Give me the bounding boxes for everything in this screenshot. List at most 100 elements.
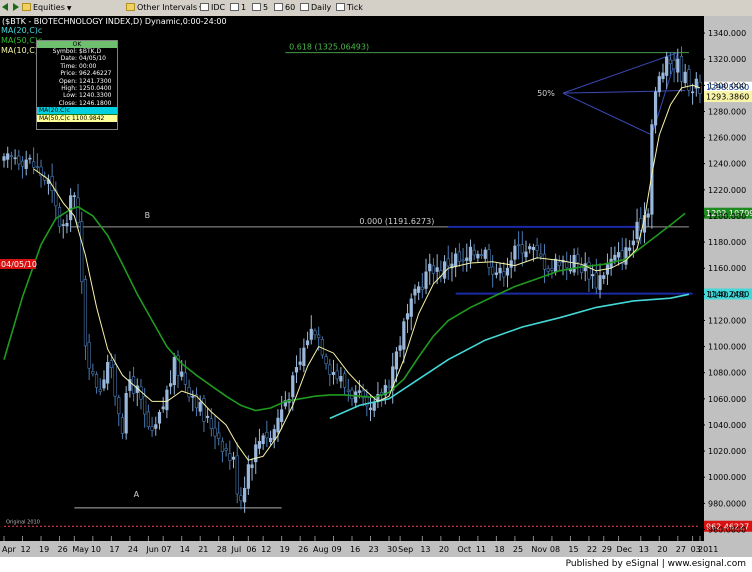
price-bar-body [387, 385, 391, 388]
footer-credit: Published by eSignal | www.esignal.com [565, 559, 746, 569]
price-bar-body [405, 313, 410, 320]
x-tick-label: 12 [261, 545, 271, 554]
x-tick-label: 12 [21, 545, 31, 554]
toolbar-item-60[interactable]: 60 [274, 2, 295, 14]
price-bar-body [183, 372, 188, 385]
dropdown-arrow-icon[interactable]: ▼ [67, 5, 72, 12]
back-arrow-icon[interactable] [2, 3, 8, 11]
x-tick-label: Jun [145, 545, 159, 554]
price-bar-body [117, 397, 121, 415]
chart-title: ($BTK - BIOTECHNOLOGY INDEX,D) Dynamic,0… [2, 17, 227, 26]
price-bar-body [261, 435, 265, 445]
x-tick-label: 19 [280, 545, 290, 554]
price-bar-body [239, 495, 243, 502]
price-bar-body [124, 393, 128, 434]
price-bar-body [676, 58, 680, 73]
x-tick-label: 13 [420, 545, 430, 554]
price-bar-body [202, 398, 206, 422]
price-bar-body [257, 441, 262, 449]
y-tick-label: 1020.000 [708, 447, 746, 456]
price-bar-body [520, 244, 524, 254]
price-bar-body [268, 437, 273, 443]
x-tick-label: Apr [2, 545, 17, 554]
price-bar-body [524, 251, 528, 258]
price-bar-body [157, 412, 162, 424]
price-bar-body [487, 249, 491, 268]
y-tick-label: 960.0000 [708, 525, 746, 534]
toolbar-item-5[interactable]: 5 [252, 2, 268, 14]
price-bar-body [565, 261, 569, 269]
data-window[interactable]: OK Symbol: $BTK,D Date: 04/05/10 Time: 00:0… [36, 40, 118, 130]
x-tick-label: 10 [91, 545, 101, 554]
price-bar-body [72, 195, 76, 197]
price-bar-body [402, 321, 406, 350]
x-tick-label: May [72, 545, 89, 554]
data-row-date: Date: 04/05/10 [60, 55, 106, 63]
price-bar-body [357, 390, 362, 393]
price-bar-body [20, 160, 25, 167]
price-bar-body [331, 372, 336, 375]
data-row-price: Price: 962.46227 [60, 70, 112, 78]
toolbar-item-daily[interactable]: Daily [300, 2, 331, 14]
price-bar-body [243, 487, 247, 503]
x-tick-label: 06 [246, 545, 256, 554]
price-bar-body [628, 247, 632, 251]
data-row-low: Low: 1240.3300 [63, 92, 112, 100]
price-bar-body [231, 456, 236, 460]
price-bar-body [668, 59, 672, 65]
price-bar-body [165, 389, 169, 411]
price-bar-body [154, 424, 158, 429]
price-bar-body [498, 267, 502, 274]
x-tick-label: 14 [180, 545, 190, 554]
x-tick-label: 26 [58, 545, 68, 554]
price-bar-body [557, 261, 561, 266]
price-bar-body [435, 267, 439, 272]
price-bar-body [294, 367, 299, 373]
price-bar-body [409, 298, 413, 317]
price-bar-body [687, 69, 691, 91]
price-bar-body [305, 340, 310, 346]
price-bar-body [631, 240, 635, 246]
price-bar-body [587, 261, 591, 280]
square-icon [200, 3, 209, 11]
price-bar-body [150, 426, 154, 431]
x-tick-label: Oct [457, 545, 471, 554]
price-bar-body [213, 427, 217, 437]
toolbar-item-1[interactable]: 1 [230, 2, 246, 14]
data-row-open: Open: 1241.7300 [58, 77, 112, 85]
toolbar-item-equities[interactable]: Equities ▼ [22, 2, 72, 14]
price-bar-body [368, 407, 373, 410]
square-icon [230, 3, 239, 11]
price-bar-body [187, 387, 191, 398]
price-bar-body [143, 396, 147, 415]
price-bar-body [161, 406, 165, 410]
y-tick-label: 1220.000 [708, 186, 746, 195]
x-tick-label: 17 [109, 545, 119, 554]
x-tick-label: 28 [217, 545, 227, 554]
toolbar-item-idc[interactable]: IDC [200, 2, 225, 14]
price-bar-body [598, 275, 602, 290]
x-tick-label: Dec [617, 545, 632, 554]
price-bar-body [428, 263, 432, 272]
data-row-symbol: Symbol: $BTK,D [52, 48, 102, 55]
toolbar-item-tick[interactable]: Tick [336, 2, 363, 14]
price-bar-body [339, 376, 343, 382]
price-bar-body [298, 361, 302, 365]
fib-618-label: 0.618 (1325.06493) [289, 43, 369, 52]
data-row-high: High: 1250.0400 [61, 84, 112, 92]
price-bar-body [461, 259, 465, 262]
toolbar-item-other-intervals[interactable]: Other Intervals▼ [126, 2, 204, 14]
x-tick-label: Jul [231, 545, 242, 554]
footer-bar: Published by eSignal | www.esignal.com [0, 557, 752, 572]
forward-arrow-icon[interactable] [12, 3, 19, 11]
nav-arrows[interactable] [2, 2, 21, 14]
price-bar-body [602, 275, 606, 279]
y-tick-label: 1080.000 [708, 369, 746, 378]
price-bar-body [9, 155, 14, 158]
price-bar-body [28, 157, 32, 160]
data-window-header[interactable]: OK [37, 41, 117, 48]
price-bar-body [398, 345, 402, 351]
price-bar-body [328, 364, 332, 375]
price-bar-body [109, 360, 113, 368]
x-tick-label: 16 [350, 545, 360, 554]
